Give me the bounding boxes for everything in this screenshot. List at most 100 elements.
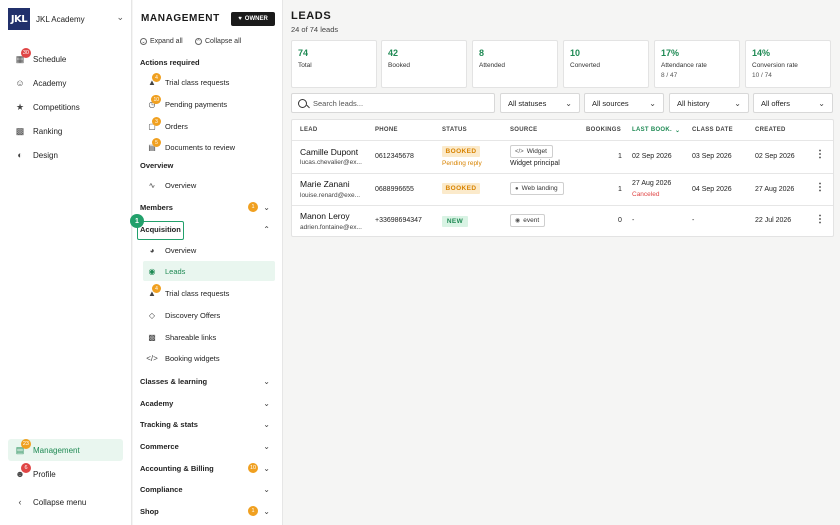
row-divider [292, 173, 833, 174]
nav-item-profile[interactable]: ☻ 6 Profile [8, 463, 123, 485]
section-label: Accounting & Billing [140, 463, 214, 473]
created-date: 22 Jul 2026 [755, 217, 792, 224]
nav-item-schedule[interactable]: ▦ 30 Schedule [8, 48, 123, 70]
item-label: Shareable links [165, 332, 217, 342]
stat-label: Attended [479, 62, 506, 69]
members-section[interactable]: Members 1 ⌄ [140, 198, 274, 216]
lead-phone: 0688996655 [375, 186, 414, 193]
column-header-created[interactable]: CREATED [755, 120, 786, 140]
row-menu-icon[interactable]: ⋮ [815, 182, 825, 193]
column-header-source[interactable]: SOURCE [510, 120, 537, 140]
column-header-bookings[interactable]: BOOKINGS [586, 120, 621, 140]
chevron-down-icon: ⌄ [263, 506, 270, 516]
action-pending-payments[interactable]: ◷ 10 Pending payments [143, 94, 275, 114]
column-header-phone[interactable]: PHONE [375, 120, 398, 140]
stat-value: 74 [298, 48, 309, 58]
nav-item-management[interactable]: ▤ 23 Management [8, 439, 123, 461]
lead-name: Camille Dupont [300, 147, 359, 157]
search-icon [298, 98, 307, 108]
collapse-menu-button[interactable]: ‹ Collapse menu [8, 491, 123, 513]
chevron-down-icon: ⌄ [263, 398, 270, 408]
acq-discovery-offers[interactable]: ◇ Discovery Offers [143, 305, 275, 325]
overview-item[interactable]: ∿ Overview [143, 175, 275, 195]
sort-down-icon: ⌄ [675, 127, 681, 134]
offers-filter[interactable]: All offers ⌄ [753, 93, 833, 113]
stat-label: Converted [570, 62, 600, 69]
section-academy[interactable]: Academy ⌄ [140, 394, 274, 412]
source-filter[interactable]: All sources ⌄ [584, 93, 664, 113]
column-header-label: LAST BOOK. [632, 127, 672, 133]
trial-icon: ▲ 4 [147, 284, 161, 298]
stat-value: 17% [661, 48, 680, 58]
expand-icon: ⌄ [140, 38, 147, 45]
stat-card-attendance-rate: 17% Attendance rate 8 / 47 [654, 40, 740, 88]
event-icon: ◉ [515, 218, 521, 224]
lead-email: adrien.fontaine@ex... [300, 224, 362, 231]
item-label: Documents to review [165, 142, 236, 152]
owner-badge-label: OWNER [244, 16, 268, 22]
nav-badge: 30 [20, 48, 31, 58]
search-input[interactable] [313, 98, 483, 108]
expand-all-button[interactable]: ⌄ Expand all [140, 38, 183, 45]
section-tracking-stats[interactable]: Tracking & stats ⌄ [140, 415, 274, 433]
stat-detail: 8 / 47 [661, 72, 678, 79]
nav-item-label: Academy [33, 78, 67, 88]
palette-icon: ◐ [17, 150, 23, 160]
collapse-icon: ⌃ [195, 38, 202, 45]
history-filter[interactable]: All history ⌄ [669, 93, 749, 113]
acq-leads[interactable]: ◉ Leads [143, 261, 275, 281]
column-header-lead[interactable]: LEAD [300, 120, 318, 140]
column-header-status[interactable]: STATUS [442, 120, 467, 140]
section-label: Shop [140, 506, 159, 516]
nav-item-academy[interactable]: ☺ Academy [8, 72, 123, 94]
stat-value: 14% [752, 48, 771, 58]
acq-booking-widgets[interactable]: </> Booking widgets [143, 348, 275, 368]
stat-value: 10 [570, 48, 581, 58]
page-title: LEADS [291, 10, 332, 22]
column-header-last-booking[interactable]: LAST BOOK. ⌄ [632, 120, 680, 140]
column-header-class-date[interactable]: CLASS DATE [692, 120, 733, 140]
expand-all-label: Expand all [150, 38, 183, 45]
section-badge: 10 [248, 463, 258, 473]
acq-overview[interactable]: ◕ Overview [143, 240, 275, 260]
row-menu-icon[interactable]: ⋮ [815, 214, 825, 225]
acq-shareable-links[interactable]: ▩ Shareable links [143, 327, 275, 347]
management-icon: ▤ 23 [15, 439, 31, 455]
nav-badge: 6 [21, 463, 31, 473]
action-documents-to-review[interactable]: ▤ 5 Documents to review [143, 137, 275, 157]
item-label: Discovery Offers [165, 310, 221, 320]
nav-item-competitions[interactable]: ★ Competitions [8, 96, 123, 118]
section-badge: 1 [248, 202, 258, 212]
lead-email: lucas.chevalier@ex... [300, 159, 362, 166]
section-classes-learning[interactable]: Classes & learning ⌄ [140, 372, 274, 390]
nav-item-ranking[interactable]: ▩ Ranking [8, 120, 123, 142]
trial-icon: ▲ 4 [147, 73, 161, 87]
lead-email: louise.renard@exe... [300, 192, 361, 199]
section-shop[interactable]: Shop 1 ⌄ [140, 502, 274, 520]
chevron-left-icon: ‹ [18, 497, 22, 507]
owner-badge: ♥ OWNER [231, 12, 275, 26]
action-orders[interactable]: ▢ 3 Orders [143, 116, 275, 136]
row-menu-icon[interactable]: ⋮ [815, 149, 825, 160]
section-compliance[interactable]: Compliance ⌄ [140, 480, 274, 498]
tag-icon: ◇ [148, 310, 156, 320]
section-commerce[interactable]: Commerce ⌄ [140, 437, 274, 455]
stat-value: 8 [479, 48, 485, 58]
bookings-count: 1 [618, 153, 622, 160]
item-badge: 10 [151, 95, 161, 104]
acq-trial-class-requests[interactable]: ▲ 4 Trial class requests [143, 283, 275, 303]
section-accounting-billing[interactable]: Accounting & Billing 10 ⌄ [140, 459, 274, 477]
section-label: Members [140, 202, 173, 212]
lead-phone: +33698694347 [375, 217, 422, 224]
stat-label: Conversion rate [752, 62, 798, 69]
collapse-all-button[interactable]: ⌃ Collapse all [195, 38, 241, 45]
academy-switcher[interactable]: JKL JKL Academy ⌄ [8, 8, 128, 30]
created-date: 27 Aug 2026 [755, 186, 795, 193]
overview-section[interactable]: Overview [140, 156, 274, 174]
chevron-down-icon: ⌄ [263, 202, 270, 212]
chevron-down-icon: ⌄ [565, 98, 572, 108]
nav-item-design[interactable]: ◐ Design [8, 144, 123, 166]
chevron-down-icon: ⌄ [116, 12, 124, 22]
action-trial-class-requests[interactable]: ▲ 4 Trial class requests [143, 72, 275, 92]
status-filter[interactable]: All statuses ⌄ [500, 93, 580, 113]
